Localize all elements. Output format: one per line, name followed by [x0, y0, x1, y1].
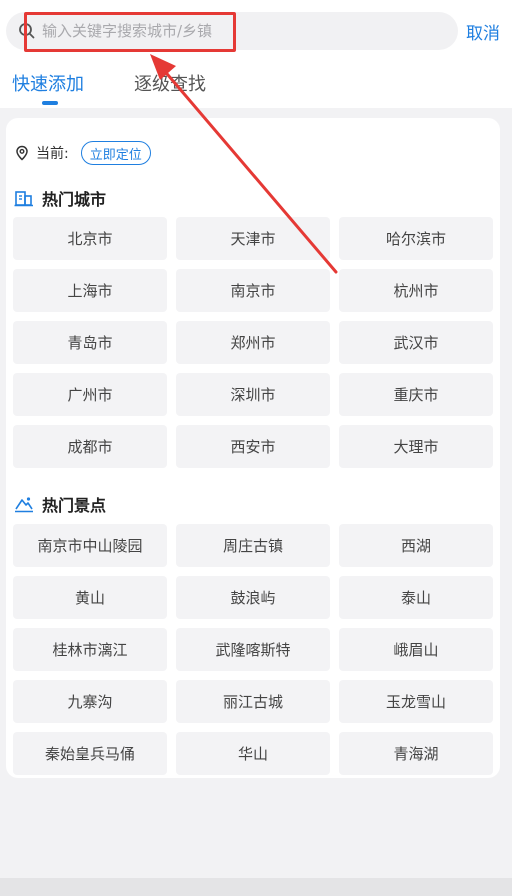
bottom-bar [0, 878, 512, 896]
city-picker-screen: 取消 快速添加 逐级查找 当前: 立即定位 热门城市 北京市 [0, 0, 512, 896]
city-chip[interactable]: 上海市 [13, 269, 167, 312]
location-card: 当前: 立即定位 热门城市 北京市 天津市 哈尔滨市 上海市 南京市 杭州市 青… [6, 118, 500, 778]
active-tab-indicator [42, 101, 58, 105]
spot-chip[interactable]: 秦始皇兵马俑 [13, 732, 167, 775]
city-chip[interactable]: 杭州市 [339, 269, 493, 312]
spot-chip[interactable]: 桂林市漓江 [13, 628, 167, 671]
city-chip[interactable]: 青岛市 [13, 321, 167, 364]
spot-chip[interactable]: 泰山 [339, 576, 493, 619]
city-chip[interactable]: 重庆市 [339, 373, 493, 416]
spot-chip[interactable]: 黄山 [13, 576, 167, 619]
spot-chip[interactable]: 峨眉山 [339, 628, 493, 671]
spot-chip[interactable]: 玉龙雪山 [339, 680, 493, 723]
spot-chip[interactable]: 周庄古镇 [176, 524, 330, 567]
city-chip[interactable]: 广州市 [13, 373, 167, 416]
hot-cities-header: 热门城市 [14, 186, 106, 210]
spot-chip[interactable]: 青海湖 [339, 732, 493, 775]
spot-chip[interactable]: 华山 [176, 732, 330, 775]
city-chip[interactable]: 郑州市 [176, 321, 330, 364]
city-chip[interactable]: 成都市 [13, 425, 167, 468]
current-label: 当前: [36, 146, 69, 162]
search-input[interactable] [42, 13, 422, 49]
mountain-icon [15, 497, 33, 513]
search-icon [19, 23, 35, 39]
hot-spots-grid: 南京市中山陵园 周庄古镇 西湖 黄山 鼓浪屿 泰山 桂林市漓江 武隆喀斯特 峨眉… [13, 524, 493, 775]
city-chip[interactable]: 天津市 [176, 217, 330, 260]
hot-spots-header: 热门景点 [14, 492, 106, 516]
city-chip[interactable]: 南京市 [176, 269, 330, 312]
hot-spots-title: 热门景点 [42, 496, 107, 515]
city-chip[interactable]: 西安市 [176, 425, 330, 468]
spot-chip[interactable]: 九寨沟 [13, 680, 167, 723]
spot-chip[interactable]: 西湖 [339, 524, 493, 567]
header-area: 取消 快速添加 逐级查找 [0, 0, 512, 108]
spot-chip[interactable]: 南京市中山陵园 [13, 524, 167, 567]
city-chip[interactable]: 北京市 [13, 217, 167, 260]
hot-cities-grid: 北京市 天津市 哈尔滨市 上海市 南京市 杭州市 青岛市 郑州市 武汉市 广州市… [13, 217, 493, 468]
location-pin-icon [16, 145, 28, 161]
tab-quick-add[interactable]: 快速添加 [12, 70, 84, 96]
city-chip[interactable]: 武汉市 [339, 321, 493, 364]
building-icon [14, 191, 33, 207]
spot-chip[interactable]: 丽江古城 [176, 680, 330, 723]
cancel-button[interactable]: 取消 [466, 18, 500, 44]
city-chip[interactable]: 哈尔滨市 [339, 217, 493, 260]
search-box[interactable] [6, 12, 458, 50]
city-chip[interactable]: 大理市 [339, 425, 493, 468]
spot-chip[interactable]: 鼓浪屿 [176, 576, 330, 619]
hot-cities-title: 热门城市 [42, 190, 107, 209]
spot-chip[interactable]: 武隆喀斯特 [176, 628, 330, 671]
current-location-row: 当前: 立即定位 [14, 140, 151, 166]
tab-step-search[interactable]: 逐级查找 [134, 70, 206, 96]
city-chip[interactable]: 深圳市 [176, 373, 330, 416]
locate-now-button[interactable]: 立即定位 [80, 141, 151, 165]
